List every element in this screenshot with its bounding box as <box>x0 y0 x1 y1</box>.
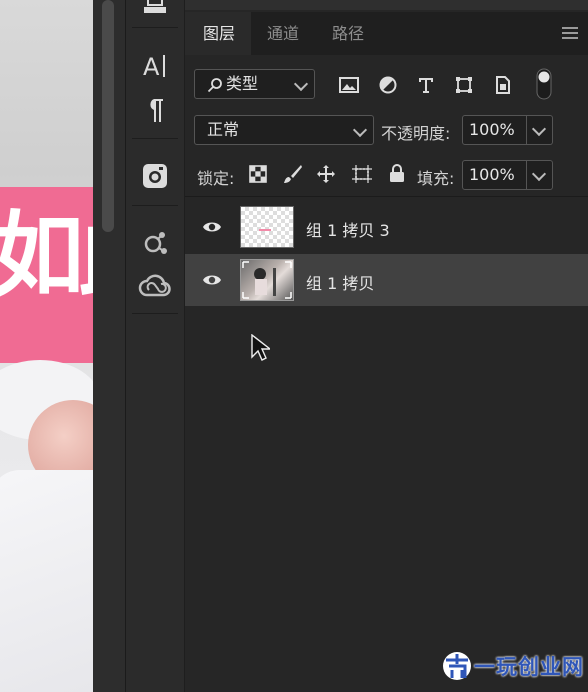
tab-channels[interactable]: 通道 <box>267 12 299 55</box>
mouse-cursor-icon <box>251 334 270 361</box>
3d-print-icon[interactable] <box>126 0 184 28</box>
layer-filter-select[interactable]: 类型 <box>194 69 315 99</box>
dock-divider <box>132 27 178 28</box>
layer-name[interactable]: 组 1 拷贝 3 <box>306 217 390 241</box>
type-filter-icon[interactable] <box>415 74 437 96</box>
chevron-down-icon <box>531 166 547 182</box>
blanket <box>0 470 93 692</box>
adjustment-filter-icon[interactable] <box>377 74 399 96</box>
panel-top-strip <box>185 0 588 10</box>
dock-divider <box>132 313 178 314</box>
lock-image-icon[interactable] <box>282 163 304 185</box>
panel-menu-icon[interactable] <box>562 27 578 39</box>
tab-paths[interactable]: 路径 <box>332 12 364 55</box>
filter-toggle-icon[interactable] <box>535 68 553 100</box>
lock-label: 锁定: <box>197 169 235 188</box>
lock-all-icon[interactable] <box>387 162 407 184</box>
lock-artboard-icon[interactable] <box>351 163 373 185</box>
collapsed-panel-dock: A <box>126 0 185 692</box>
layer-name[interactable]: 组 1 拷贝 <box>306 270 374 294</box>
eye-icon[interactable] <box>202 220 222 234</box>
paragraph-icon[interactable] <box>126 90 184 130</box>
fill-input[interactable]: 100% <box>462 160 527 190</box>
watermark-logo-icon <box>443 652 471 680</box>
lock-transparent-icon[interactable] <box>248 164 268 184</box>
character-panel-icon[interactable]: A <box>126 46 184 86</box>
opacity-input[interactable]: 100% <box>462 115 527 145</box>
canvas-overlay-text: 如此 <box>0 202 93 309</box>
search-icon <box>207 78 222 93</box>
blend-mode-value: 正常 <box>207 120 240 139</box>
layers-divider <box>185 196 588 197</box>
shape-filter-icon[interactable] <box>453 74 475 96</box>
watermark-text: 一玩创业网 <box>474 654 584 679</box>
layer-thumbnail <box>240 206 294 248</box>
fill-label: 填充: <box>417 169 455 188</box>
watermark: 一玩创业网 <box>440 650 584 682</box>
document-canvas[interactable]: 如此 <box>0 0 93 692</box>
instagram-icon[interactable] <box>126 156 184 196</box>
dock-divider <box>132 205 178 206</box>
layer-row-selected[interactable]: 组 1 拷贝 <box>185 254 588 306</box>
panel-tabs: 图层 通道 路径 <box>185 12 588 55</box>
libraries-icon[interactable] <box>126 222 184 262</box>
vertical-scrollbar[interactable] <box>102 0 114 232</box>
svg-text:A: A <box>143 53 160 80</box>
fill-dropdown[interactable] <box>527 160 553 190</box>
image-filter-icon[interactable] <box>338 74 360 96</box>
chevron-down-icon <box>293 76 309 92</box>
tab-layers[interactable]: 图层 <box>185 12 251 55</box>
blend-mode-select[interactable]: 正常 <box>194 115 374 145</box>
layer-filter-label: 类型 <box>226 74 259 93</box>
lock-position-icon[interactable] <box>315 163 337 185</box>
smart-object-filter-icon[interactable] <box>492 74 514 96</box>
creative-cloud-icon[interactable] <box>126 266 184 306</box>
chevron-down-icon <box>531 121 547 137</box>
opacity-label: 不透明度: <box>381 124 451 143</box>
eye-icon[interactable] <box>202 273 222 287</box>
layers-panel: 图层 通道 路径 类型 正常 不透明度: 100% 锁定: 填充: 100% 组… <box>185 0 588 692</box>
opacity-dropdown[interactable] <box>527 115 553 145</box>
dock-divider <box>132 138 178 139</box>
chevron-down-icon <box>352 122 368 138</box>
layer-thumbnail <box>240 259 294 301</box>
layer-row[interactable]: 组 1 拷贝 3 <box>185 201 588 253</box>
